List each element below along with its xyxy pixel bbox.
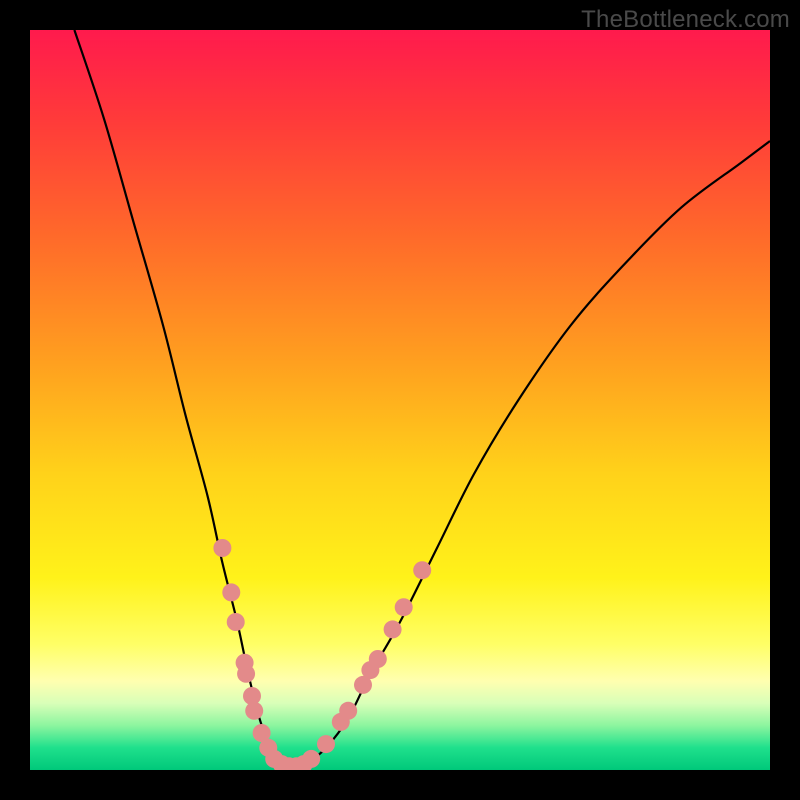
data-marker bbox=[237, 665, 255, 683]
data-marker bbox=[317, 735, 335, 753]
chart-svg bbox=[30, 30, 770, 770]
data-marker bbox=[227, 613, 245, 631]
watermark-text: TheBottleneck.com bbox=[581, 6, 790, 34]
data-marker bbox=[369, 650, 387, 668]
bottleneck-curve bbox=[74, 30, 770, 766]
marker-group bbox=[213, 539, 431, 770]
data-marker bbox=[339, 702, 357, 720]
data-marker bbox=[222, 583, 240, 601]
data-marker bbox=[213, 539, 231, 557]
chart-frame: TheBottleneck.com bbox=[0, 0, 800, 800]
data-marker bbox=[302, 750, 320, 768]
data-marker bbox=[384, 620, 402, 638]
data-marker bbox=[245, 702, 263, 720]
data-marker bbox=[413, 561, 431, 579]
data-marker bbox=[395, 598, 413, 616]
plot-area bbox=[30, 30, 770, 770]
